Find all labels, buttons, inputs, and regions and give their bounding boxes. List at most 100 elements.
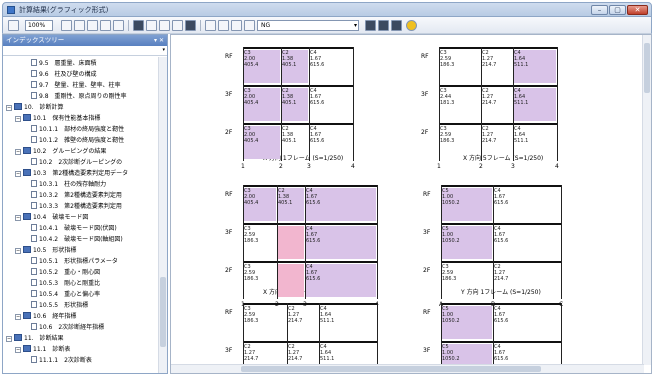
member-cell: C3 2.59 186.3: [440, 50, 480, 83]
tree-item[interactable]: 9.5 層重量、床面積: [31, 59, 97, 68]
collapse-icon[interactable]: −: [15, 171, 21, 177]
collapse-icon[interactable]: −: [15, 116, 21, 122]
member-cell: C2 1.27 214.7: [288, 306, 318, 339]
tree-item[interactable]: − 10.2 グルーピングの結果: [15, 147, 106, 156]
filter-select[interactable]: NG ▾: [257, 20, 359, 31]
collapse-icon[interactable]: −: [15, 149, 21, 155]
prev-page-icon[interactable]: [74, 20, 85, 31]
tree-item[interactable]: 11.1.1 2次診断表: [31, 356, 92, 365]
zoom-icon[interactable]: [218, 20, 229, 31]
collapse-icon[interactable]: −: [15, 248, 21, 254]
cell-text: 214.7: [482, 62, 497, 68]
image-icon[interactable]: [185, 20, 196, 31]
save-icon[interactable]: [244, 20, 255, 31]
axis-label: 4: [351, 163, 355, 170]
print-icon[interactable]: [231, 20, 242, 31]
tree-item[interactable]: − 10.5 形状指標: [15, 246, 76, 255]
first-page-icon[interactable]: [61, 20, 72, 31]
tree-item-label: 10.5.1 形状指標パラメータ: [39, 258, 118, 265]
beam-line: [243, 47, 353, 49]
tree-item[interactable]: 9.6 柱及び壁の構成: [31, 70, 97, 79]
page-view-icon[interactable]: [146, 20, 157, 31]
scroll-thumb[interactable]: [160, 277, 166, 347]
minimize-button[interactable]: –: [591, 5, 608, 15]
tree-item[interactable]: 10.3.3 第2種構造要素判定用: [31, 202, 122, 211]
beam-line: [243, 303, 377, 305]
cell-text: 511.1: [514, 138, 529, 144]
rotate-icon[interactable]: [205, 20, 216, 31]
pane-controls[interactable]: ▾ ✕: [154, 35, 164, 46]
scroll-thumb[interactable]: [644, 43, 650, 93]
cell-text: 511.1: [514, 100, 529, 106]
cell-text: 214.7: [482, 138, 497, 144]
export-icon[interactable]: [8, 20, 19, 31]
tree-item[interactable]: 10.3.2 第2種構造要素判定用: [31, 191, 122, 200]
book-icon: [23, 246, 31, 253]
tree-item[interactable]: 10.5.3 剛心と剛重比: [31, 279, 100, 288]
tree-item[interactable]: − 11.1 診断表: [15, 345, 70, 354]
vertical-scrollbar[interactable]: [642, 35, 651, 365]
scroll-thumb[interactable]: [241, 366, 541, 372]
tree-item[interactable]: 10.4.1 破壊モード図(伏図): [31, 224, 117, 233]
tree-item[interactable]: − 10.1 保有性能基本指標: [15, 114, 100, 123]
tree-item[interactable]: − 10. 診断計算: [6, 103, 64, 112]
find-prev-icon[interactable]: [391, 20, 402, 31]
index-pane-combo[interactable]: ▾: [3, 46, 167, 56]
tree-item[interactable]: − 10.4 破壊モード図: [15, 213, 88, 222]
cell-text: 214.7: [288, 356, 303, 362]
tree-item[interactable]: 10.5.1 形状指標パラメータ: [31, 257, 118, 266]
floor-label: 2F: [225, 267, 233, 274]
tree-item-label: 10.5 形状指標: [33, 247, 77, 254]
horizontal-scrollbar[interactable]: [171, 364, 644, 373]
collapse-icon[interactable]: −: [15, 314, 21, 320]
tree-item[interactable]: 10.1.1 部材の終局強度と靭性: [31, 125, 124, 134]
maximize-button[interactable]: ▢: [609, 5, 626, 15]
tree-item[interactable]: − 11. 診断結果: [6, 334, 64, 343]
floor-label: RF: [225, 191, 233, 198]
tree-item[interactable]: 10.4.2 破壊モード図(軸組図): [31, 235, 123, 244]
tree-item-label: 10.4.2 破壊モード図(軸組図): [39, 236, 123, 243]
beam-line: [441, 303, 561, 305]
two-page-icon[interactable]: [159, 20, 170, 31]
cell-text: 186.3: [442, 276, 457, 282]
next-page-icon[interactable]: [87, 20, 98, 31]
beam-line: [243, 223, 377, 225]
tree-item[interactable]: − 10.6 経年指標: [15, 312, 76, 321]
tree-item[interactable]: 10.3.1 柱の残存軸耐力: [31, 180, 106, 189]
member-cell: C2 1.38 405.1: [278, 188, 304, 221]
cell-text: 615.6: [306, 276, 321, 282]
column-line: [377, 185, 378, 299]
collapse-icon[interactable]: −: [6, 105, 12, 111]
close-button[interactable]: ✕: [627, 5, 648, 15]
member-cell: C3 2.44 181.3: [440, 88, 480, 121]
cell-text: 615.6: [306, 200, 321, 206]
collapse-icon[interactable]: −: [15, 347, 21, 353]
layout-icon[interactable]: [133, 20, 144, 31]
beam-line: [439, 85, 557, 87]
cell-text: 511.1: [320, 318, 335, 324]
cell-text: 214.7: [288, 318, 303, 324]
last-page-icon[interactable]: [100, 20, 111, 31]
tree-item[interactable]: − 10.3 第2種構造要素判定用データ: [15, 169, 128, 178]
tree-item[interactable]: 10.2 2次診断グルーピングの: [31, 158, 122, 167]
grid-view-icon[interactable]: [172, 20, 183, 31]
help-icon[interactable]: [406, 20, 417, 31]
frame-elevation: RF 3F 2F C5 1.00 1050.2 C4 1.67 615.6 C5 1.00 1050.…: [423, 185, 563, 308]
tree-item[interactable]: 10.5.4 重心と偏心率: [31, 290, 100, 299]
tree-item[interactable]: 9.8 重剛性、原点周りの剛性率: [31, 92, 127, 101]
tree-item[interactable]: 10.5.2 重心・剛心図: [31, 268, 100, 277]
tree-item[interactable]: 9.7 壁量、柱量、壁率、柱率: [31, 81, 121, 90]
collapse-icon[interactable]: −: [6, 336, 12, 342]
find-next-icon[interactable]: [378, 20, 389, 31]
collapse-icon[interactable]: −: [15, 215, 21, 221]
tree-item[interactable]: 10.6 2次診断経年指標: [31, 323, 104, 332]
zoom-select[interactable]: 100%: [25, 20, 53, 31]
page-icon: [31, 81, 37, 88]
tree-item-label: 10.3 第2種構造要素判定用データ: [33, 170, 129, 177]
tree-item[interactable]: 10.5.5 形状指標: [31, 301, 88, 310]
tool-icon[interactable]: [113, 20, 124, 31]
tree-item[interactable]: 10.1.2 雑壁の終局強度と靭性: [31, 136, 124, 145]
member-cell: C3 2.00 405.4: [244, 188, 276, 221]
tree-scrollbar[interactable]: [158, 57, 167, 373]
find-icon[interactable]: [365, 20, 376, 31]
